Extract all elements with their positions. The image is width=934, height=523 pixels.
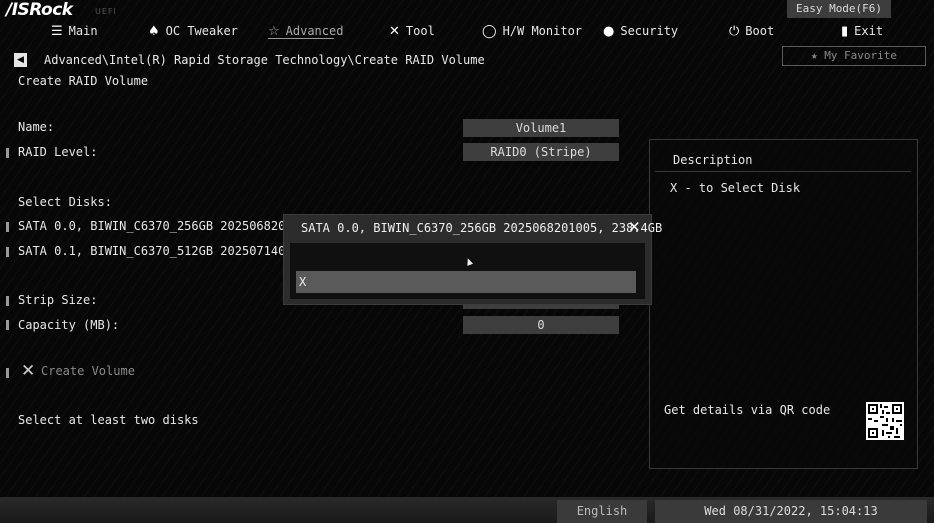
tab-boot[interactable]: ⏻ Boot (729, 22, 774, 40)
star-icon: ☆ (268, 23, 280, 39)
disk-item-1[interactable]: SATA 0.1, BIWIN_C6370_512GB 202507140100… (18, 244, 314, 258)
tab-exit-label: Exit (854, 24, 884, 38)
my-favorite-button[interactable]: ★ My Favorite (782, 46, 926, 66)
tab-tool[interactable]: ✕ Tool (389, 22, 435, 40)
tab-oc-tweaker-label: OC Tweaker (165, 24, 238, 38)
qr-code-text: Get details via QR code (664, 403, 831, 417)
description-title: Description (673, 153, 753, 167)
tab-tool-label: Tool (405, 24, 435, 38)
monitor-icon: ◯ (482, 23, 497, 39)
exit-icon: ▮ (841, 23, 849, 39)
list-icon: ☰ (51, 23, 63, 39)
star-icon: ★ (810, 49, 818, 62)
qr-code-icon (866, 402, 904, 440)
tab-oc-tweaker[interactable]: ♠ OC Tweaker (148, 22, 238, 40)
select-disks-label: Select Disks: (18, 195, 112, 209)
page-title: Create RAID Volume (18, 74, 149, 88)
strip-size-label: Strip Size: (18, 293, 98, 307)
raid-level-select[interactable]: RAID0 (Stripe) (463, 143, 619, 161)
tab-advanced-label: Advanced (285, 24, 344, 38)
shield-icon: ● (603, 23, 615, 39)
create-volume-button[interactable]: Create Volume (41, 364, 135, 378)
flame-icon: ♠ (148, 23, 160, 39)
my-favorite-label: My Favorite (824, 49, 898, 62)
item-marker (6, 368, 9, 378)
tab-security[interactable]: ● Security (603, 22, 678, 40)
power-icon: ⏻ (729, 23, 740, 39)
back-arrow-icon[interactable]: ◀ (14, 53, 27, 67)
name-label: Name: (18, 120, 55, 134)
tools-icon: ✕ (21, 361, 36, 381)
item-marker (6, 247, 9, 257)
description-text: X - to Select Disk (670, 181, 801, 195)
disk-item-0[interactable]: SATA 0.0, BIWIN_C6370_256GB 202506820100… (18, 219, 314, 233)
popup-option-x[interactable]: X (296, 271, 636, 293)
item-marker (6, 148, 9, 158)
raid-level-label: RAID Level: (18, 145, 98, 159)
item-marker (6, 222, 9, 232)
capacity-label: Capacity (MB): (18, 318, 120, 332)
tab-boot-label: Boot (745, 24, 775, 38)
tab-exit[interactable]: ▮ Exit (841, 22, 883, 40)
tab-hw-monitor-label: H/W Monitor (502, 24, 583, 38)
breadcrumb: Advanced\Intel(R) Rapid Storage Technolo… (44, 53, 485, 67)
language-selector[interactable]: English (557, 500, 647, 523)
active-tab-underline (268, 38, 334, 39)
asrock-logo: /ISRock (6, 0, 73, 20)
item-marker (6, 320, 9, 330)
popup-title: SATA 0.0, BIWIN_C6370_256GB 202506820100… (301, 221, 663, 235)
tab-main[interactable]: ☰ Main (51, 22, 98, 40)
description-divider (655, 171, 911, 172)
hint-text: Select at least two disks (18, 413, 199, 427)
capacity-field[interactable]: 0 (463, 316, 619, 334)
easy-mode-button[interactable]: Easy Mode(F6) (787, 0, 891, 18)
tab-hw-monitor[interactable]: ◯ H/W Monitor (482, 22, 582, 40)
close-icon[interactable]: ✕ (628, 218, 641, 236)
tab-main-label: Main (68, 24, 98, 38)
logo-subtitle: UEFI (95, 7, 117, 16)
item-marker (6, 296, 9, 306)
datetime-display: Wed 08/31/2022, 15:04:13 (655, 500, 927, 523)
tab-security-label: Security (620, 24, 679, 38)
name-field[interactable]: Volume1 (463, 119, 619, 137)
tools-icon: ✕ (389, 23, 400, 39)
